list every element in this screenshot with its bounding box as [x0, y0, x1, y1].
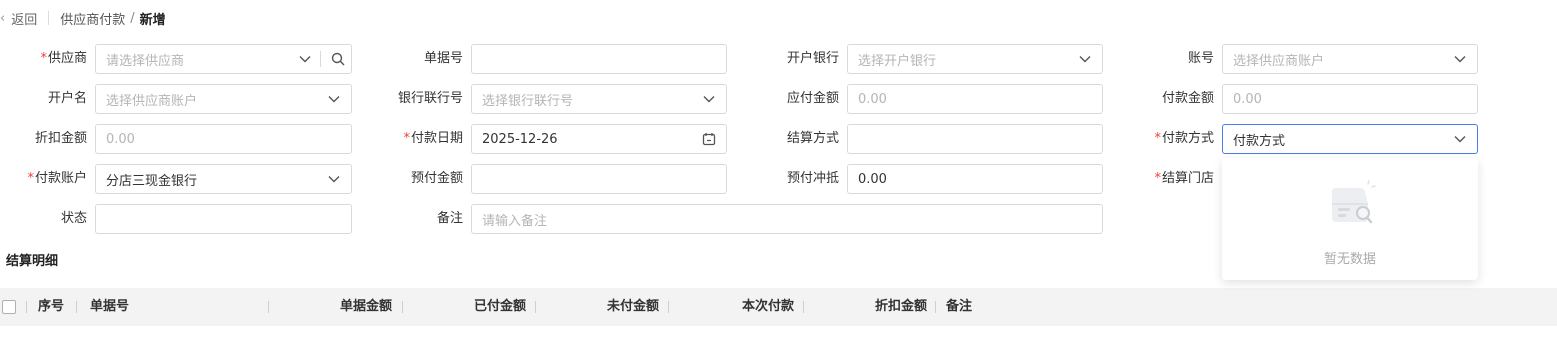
account-name-placeholder: 选择供应商账户 [106, 93, 198, 109]
prepaid-offset-input[interactable]: 0.00 [847, 164, 1103, 194]
chevron-down-icon [327, 172, 341, 186]
chevron-down-icon [1453, 132, 1467, 146]
column-separator [76, 301, 77, 313]
empty-text: 暂无数据 [1323, 252, 1376, 267]
status-input[interactable] [95, 204, 352, 234]
column-header-doc-no[interactable]: 单据号 [90, 288, 129, 326]
payable-amount-label: 应付金额 [786, 91, 839, 106]
payment-account-select[interactable]: 分店三现金银行 [95, 164, 352, 194]
column-separator [26, 301, 27, 313]
section-title: 结算明细 [6, 254, 59, 269]
payment-amount-label: 付款金额 [1161, 91, 1214, 106]
payment-date-label: *付款日期 [403, 131, 463, 146]
select-all-checkbox[interactable] [2, 300, 16, 314]
settlement-method-label: 结算方式 [786, 131, 839, 146]
prepaid-amount-label: 预付金额 [410, 171, 463, 186]
bank-union-no-placeholder: 选择银行联行号 [482, 93, 574, 109]
column-header-index[interactable]: 序号 [38, 288, 64, 326]
bank-union-no-select[interactable]: 选择银行联行号 [471, 84, 727, 114]
chevron-down-icon [327, 92, 341, 106]
account-no-label: 账号 [1187, 51, 1214, 66]
bank-union-no-label: 银行联行号 [397, 91, 463, 106]
column-separator [535, 301, 536, 313]
account-no-placeholder: 选择供应商账户 [1233, 53, 1325, 69]
doc-no-label: 单据号 [423, 51, 463, 66]
column-separator [803, 301, 804, 313]
payment-date-picker[interactable]: 2025-12-26 [471, 124, 727, 154]
top-bar: ‹ 返回 供应商付款 / 新增 [0, 7, 166, 29]
supplier-select[interactable]: 请选择供应商 [95, 44, 352, 74]
column-separator [402, 301, 403, 313]
discount-amount-input[interactable]: 0.00 [95, 124, 352, 154]
column-header-discount-amount[interactable]: 折扣金额 [832, 288, 927, 326]
payable-amount-input[interactable]: 0.00 [847, 84, 1103, 114]
payment-method-value: 付款方式 [1233, 133, 1286, 149]
back-label: 返回 [11, 12, 38, 28]
settlement-method-input[interactable] [847, 124, 1103, 154]
account-name-select[interactable]: 选择供应商账户 [95, 84, 352, 114]
chevron-down-icon [1453, 52, 1467, 66]
settlement-store-label: *结算门店 [1154, 171, 1214, 186]
payment-method-label: *付款方式 [1154, 131, 1214, 146]
column-separator [935, 301, 936, 313]
table-header: 序号 单据号 单据金额 已付金额 未付金额 本次付款 折扣金额 备注 [0, 288, 1557, 326]
column-separator [668, 301, 669, 313]
doc-no-input[interactable] [471, 44, 727, 74]
breadcrumb-separator: / [130, 10, 135, 26]
account-no-select[interactable]: 选择供应商账户 [1222, 44, 1478, 74]
bank-placeholder: 选择开户银行 [858, 53, 937, 69]
remark-label: 备注 [436, 211, 463, 226]
discount-amount-label: 折扣金额 [34, 131, 87, 146]
payment-amount-input[interactable]: 0.00 [1222, 84, 1478, 114]
divider [48, 11, 50, 25]
payment-account-value: 分店三现金银行 [106, 173, 198, 189]
bank-label: 开户银行 [786, 51, 839, 66]
prepaid-offset-label: 预付冲抵 [786, 171, 839, 186]
column-header-paid-amount[interactable]: 已付金额 [430, 288, 526, 326]
remark-input[interactable]: 请输入备注 [471, 204, 1103, 234]
account-name-label: 开户名 [47, 91, 87, 106]
payment-method-select[interactable]: 付款方式 [1222, 124, 1478, 154]
bank-select[interactable]: 选择开户银行 [847, 44, 1103, 74]
payment-date-value: 2025-12-26 [482, 131, 558, 147]
breadcrumb-current: 新增 [139, 12, 166, 28]
supplier-placeholder: 请选择供应商 [106, 53, 185, 69]
chevron-down-icon [1078, 52, 1092, 66]
breadcrumb-parent[interactable]: 供应商付款 [60, 9, 125, 28]
search-icon[interactable] [331, 52, 345, 66]
prepaid-amount-input[interactable] [471, 164, 727, 194]
column-header-doc-amount[interactable]: 单据金额 [300, 288, 392, 326]
column-header-remark[interactable]: 备注 [946, 288, 972, 326]
empty-box-icon [1322, 178, 1378, 228]
payment-method-dropdown: 暂无数据 [1222, 158, 1478, 280]
supplier-label: *供应商 [40, 51, 87, 66]
chevron-down-icon [298, 52, 312, 66]
calendar-icon[interactable] [702, 132, 716, 146]
column-header-this-payment[interactable]: 本次付款 [700, 288, 794, 326]
back-button[interactable]: ‹ 返回 [0, 9, 37, 28]
chevron-down-icon [702, 92, 716, 106]
payment-account-label: *付款账户 [27, 171, 87, 186]
column-header-unpaid-amount[interactable]: 未付金额 [564, 288, 659, 326]
chevron-left-icon: ‹ [0, 10, 6, 26]
divider [320, 51, 321, 67]
column-separator [268, 301, 269, 313]
status-label: 状态 [60, 211, 87, 226]
